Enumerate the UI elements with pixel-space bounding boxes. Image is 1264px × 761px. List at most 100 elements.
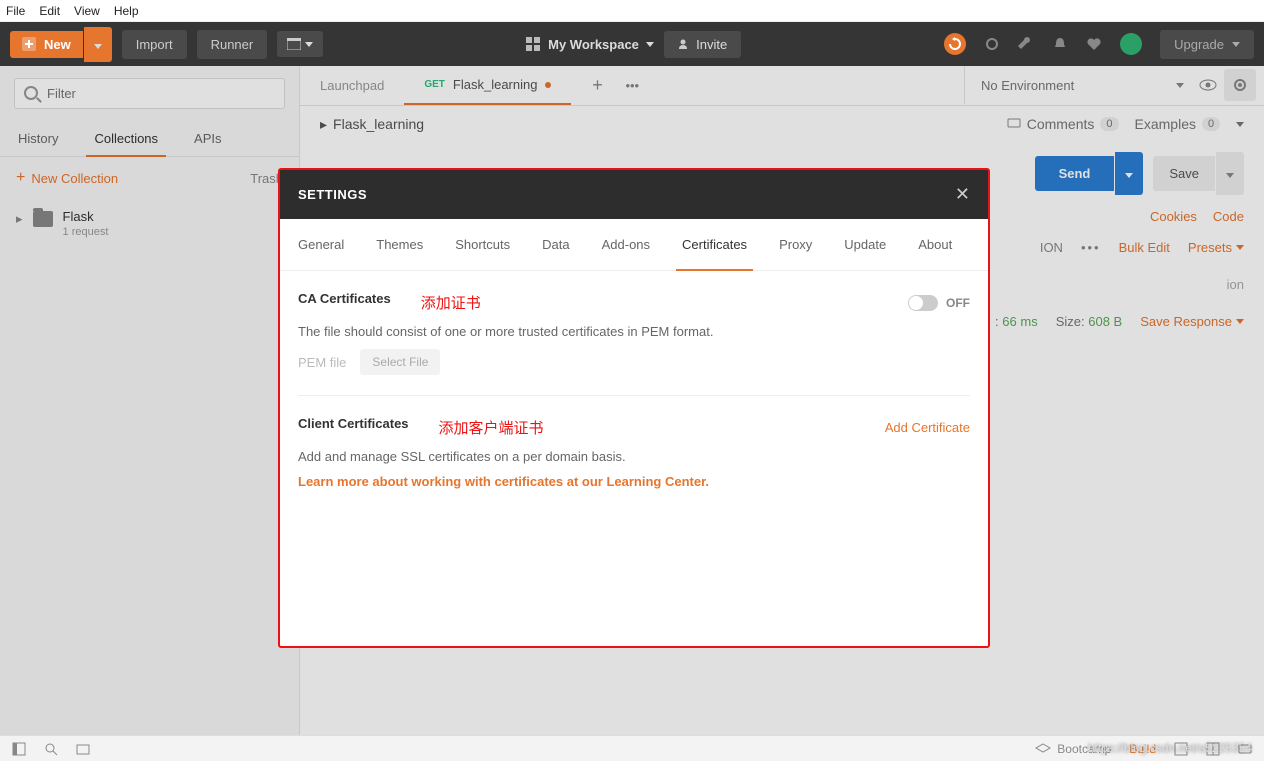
chevron-down-icon [1226, 173, 1234, 178]
top-toolbar: New Import Runner My Workspace Invite Up… [0, 22, 1264, 66]
add-certificate-link[interactable]: Add Certificate [885, 420, 970, 435]
settings-tab-general[interactable]: General [298, 219, 344, 270]
chevron-down-icon [1236, 122, 1244, 127]
new-button[interactable]: New [10, 31, 83, 58]
request-tabs: Launchpad GET Flask_learning + ••• No En… [300, 66, 1264, 106]
annotation-ca: 添加证书 [421, 292, 481, 313]
window-icon [287, 38, 301, 50]
learn-more-link[interactable]: Learn more about working with certificat… [298, 474, 970, 489]
invite-button[interactable]: Invite [664, 31, 741, 58]
search-icon [24, 86, 38, 100]
settings-tabs: General Themes Shortcuts Data Add-ons Ce… [280, 219, 988, 271]
code-link[interactable]: Code [1213, 209, 1244, 224]
modal-title: SETTINGS [298, 187, 367, 202]
settings-tab-certificates[interactable]: Certificates [682, 219, 747, 270]
window-button[interactable] [277, 31, 323, 57]
chevron-down-icon [94, 44, 102, 49]
console-icon[interactable] [76, 742, 90, 756]
graduation-icon [1035, 743, 1051, 755]
menu-help[interactable]: Help [114, 4, 139, 18]
chevron-down-icon [305, 42, 313, 47]
environment-selector-row: No Environment [964, 66, 1264, 104]
menu-edit[interactable]: Edit [39, 4, 60, 18]
settings-modal: SETTINGS ✕ General Themes Shortcuts Data… [278, 168, 990, 648]
client-certificates-title: Client Certificates [298, 416, 409, 431]
tab-launchpad[interactable]: Launchpad [300, 66, 404, 105]
environment-select[interactable]: No Environment [973, 78, 1176, 93]
send-button[interactable]: Send [1035, 156, 1115, 191]
import-button[interactable]: Import [122, 30, 187, 59]
settings-tab-update[interactable]: Update [844, 219, 886, 270]
satellite-icon[interactable] [984, 36, 1000, 52]
plus-icon [22, 37, 36, 51]
toggle-state-label: OFF [946, 296, 970, 310]
gear-icon [1232, 77, 1248, 93]
sync-icon[interactable] [944, 33, 966, 55]
sidebar-toggle-icon[interactable] [12, 742, 26, 756]
tab-collections[interactable]: Collections [76, 121, 176, 156]
chevron-right-icon: ▸ [320, 116, 327, 133]
settings-tab-shortcuts[interactable]: Shortcuts [455, 219, 510, 270]
find-icon[interactable] [44, 742, 58, 756]
chevron-down-icon [1232, 42, 1240, 47]
save-response-button[interactable]: Save Response [1140, 314, 1244, 329]
comments-button[interactable]: Comments0 [1007, 116, 1119, 132]
more-button[interactable]: ••• [1081, 240, 1101, 255]
filter-input[interactable] [14, 78, 285, 109]
annotation-client: 添加客户端证书 [439, 417, 544, 438]
menu-view[interactable]: View [74, 4, 100, 18]
ca-description: The file should consist of one or more t… [298, 324, 970, 339]
save-dropdown[interactable] [1216, 152, 1244, 195]
settings-tab-data[interactable]: Data [542, 219, 569, 270]
chevron-down-icon [646, 42, 654, 47]
client-description: Add and manage SSL certificates on a per… [298, 449, 970, 464]
runner-button[interactable]: Runner [197, 30, 268, 59]
presets-button[interactable]: Presets [1188, 240, 1244, 255]
environment-settings-button[interactable] [1224, 69, 1256, 101]
method-badge: GET [424, 79, 445, 90]
workspace-selector[interactable]: My Workspace [526, 37, 654, 52]
cookies-link[interactable]: Cookies [1150, 209, 1197, 224]
environment-preview-button[interactable] [1192, 69, 1224, 101]
tab-apis[interactable]: APIs [176, 121, 239, 156]
header-suffix: ION [1040, 240, 1063, 255]
menu-bar: File Edit View Help [0, 0, 1264, 22]
settings-tab-proxy[interactable]: Proxy [779, 219, 812, 270]
collection-subtitle: 1 request [63, 226, 109, 238]
save-button[interactable]: Save [1153, 156, 1215, 191]
bulk-edit-link[interactable]: Bulk Edit [1119, 240, 1170, 255]
person-plus-icon [678, 38, 690, 50]
tab-overflow-button[interactable]: ••• [615, 78, 649, 93]
chevron-down-icon [1236, 319, 1244, 324]
ca-toggle[interactable]: OFF [908, 295, 970, 311]
folder-icon [33, 211, 53, 227]
eye-icon [1199, 79, 1217, 91]
settings-tab-themes[interactable]: Themes [376, 219, 423, 270]
close-button[interactable]: ✕ [955, 184, 970, 205]
new-tab-button[interactable]: + [579, 68, 615, 104]
chevron-right-icon: ▸ [16, 211, 23, 227]
examples-button[interactable]: Examples0 [1135, 116, 1244, 132]
settings-tab-addons[interactable]: Add-ons [602, 219, 650, 270]
chevron-down-icon [1125, 173, 1133, 178]
heart-icon[interactable] [1086, 36, 1102, 52]
tab-history[interactable]: History [0, 121, 76, 156]
select-file-button[interactable]: Select File [360, 349, 440, 375]
chevron-down-icon [1236, 245, 1244, 250]
time-label: : 66 ms [995, 314, 1038, 329]
upgrade-button[interactable]: Upgrade [1160, 30, 1254, 59]
send-dropdown[interactable] [1115, 152, 1143, 195]
new-dropdown[interactable] [84, 27, 112, 62]
avatar[interactable] [1120, 33, 1142, 55]
sidebar: History Collections APIs +New Collection… [0, 66, 300, 741]
collection-item[interactable]: ▸ Flask 1 request [0, 199, 299, 248]
divider [298, 395, 970, 396]
tab-request[interactable]: GET Flask_learning [404, 66, 571, 105]
menu-file[interactable]: File [6, 4, 25, 18]
wrench-icon[interactable] [1018, 36, 1034, 52]
pem-file-label: PEM file [298, 355, 346, 370]
status-bar: Bootcamp Build [0, 735, 1264, 761]
settings-tab-about[interactable]: About [918, 219, 952, 270]
bell-icon[interactable] [1052, 36, 1068, 52]
new-collection-button[interactable]: +New Collection [16, 169, 118, 187]
